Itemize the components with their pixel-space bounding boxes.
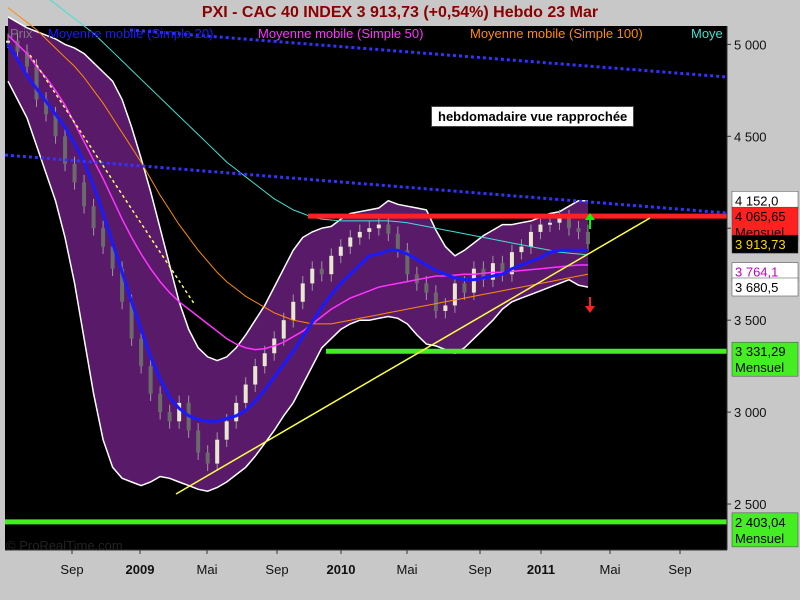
x-tick-label: Sep [60,562,83,577]
price-candle [34,66,39,100]
price-candle [329,255,334,275]
price-candle [433,292,438,311]
price-tag-value: 3 331,29 [735,344,786,359]
price-tag-value: 3 764,1 [735,265,778,280]
legend-entry: Moyenne mobile (Simple 100) [470,26,643,41]
legend-entry: Moye [691,26,723,41]
price-candle [576,228,581,232]
y-tick-label: 3 500 [734,313,767,328]
chart-annotation: hebdomadaire vue rapprochée [431,106,635,127]
price-candle [547,222,552,225]
price-candle [281,320,286,339]
legend-entry: Moyenne mobile (Simple 20) [48,26,213,41]
price-candle [215,439,220,464]
price-candle [158,393,163,413]
price-candle [319,268,324,275]
price-candle [338,246,343,256]
price-candle [519,246,524,253]
price-tags: 4 152,04 065,65 Mensuel 3 913,73 3 764,13 6… [731,191,799,548]
x-tick-label: 2011 [527,562,555,577]
price-candle [82,182,87,207]
price-tag-sub: Mensuel [735,360,784,375]
y-tick-label: 3 000 [734,405,767,420]
price-candle [139,338,144,367]
y-tick-label: 2 500 [734,497,767,512]
price-candle [443,305,448,311]
legend-entry: Prix [10,26,33,41]
price-candle [367,228,372,232]
price-candle [376,224,381,229]
price-candle [196,430,201,453]
price-candle [72,163,77,183]
price-candle [452,283,457,306]
price-candle [101,228,106,247]
price-tag-sub: Mensuel [735,531,784,546]
x-tick-label: Mai [397,562,418,577]
price-candle [357,231,362,238]
x-tick-label: 2010 [327,562,356,577]
price-tag-value: 4 152,0 [735,193,778,208]
price-candle [167,412,172,422]
x-tick-label: Mai [600,562,621,577]
x-tick-label: Sep [668,562,691,577]
price-tag-value: 2 403,04 [735,515,786,530]
price-tag-value: 3 913,73 [735,237,786,252]
price-candle [528,231,533,247]
y-tick-label: 4 500 [734,129,767,144]
x-tick-label: Mai [197,562,218,577]
price-candle [253,366,258,385]
chart-svg: 5 0004 5004 0003 5003 0002 500 Sep2009Ma… [4,0,799,577]
price-tag-value: 4 065,65 [735,209,786,224]
price-candle [300,283,305,302]
price-candle [243,384,248,403]
price-candle [310,268,315,284]
x-axis: Sep 2009 Mai Sep 2010 Mai Sep 2011 Mai Sep [5,549,727,577]
x-tick-label: Sep [265,562,288,577]
price-candle [586,231,590,245]
price-candle [462,283,467,293]
price-candle [148,366,153,394]
price-candle [262,353,267,367]
price-tag-value: 3 680,5 [735,280,778,295]
watermark: © ProRealTime.com [6,538,123,553]
legend-entry: Moyenne mobile (Simple 50) [258,26,423,41]
price-candle [6,40,10,43]
price-candle [424,283,429,293]
x-tick-label: Sep [468,562,491,577]
price-candle [566,217,571,229]
price-candle [395,233,400,251]
price-candle [348,237,353,247]
price-candle [386,224,391,234]
price-candle [291,301,296,321]
x-tick-label: 2009 [126,562,155,577]
legend: Prix Moyenne mobile (Simple 20) Moyenne mo… [10,26,723,41]
price-candle [538,224,543,232]
price-candle [91,206,96,229]
price-candle [205,452,210,464]
y-tick-label: 5 000 [734,37,767,52]
price-candle [234,402,239,422]
price-candle [224,421,229,440]
